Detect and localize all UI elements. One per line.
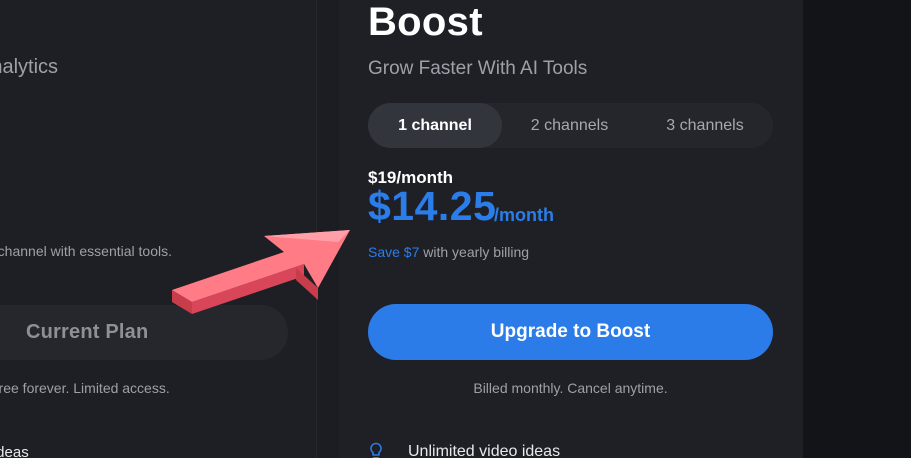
free-plan-description: 1 channel with essential tools. <box>0 243 172 259</box>
savings-amount: Save $7 <box>368 244 420 260</box>
background-panel <box>803 0 911 458</box>
savings-note: Save $7 with yearly billing <box>368 244 529 260</box>
savings-text: with yearly billing <box>419 244 530 260</box>
plan-title: Boost <box>368 0 483 44</box>
feature-label: Unlimited video ideas <box>408 443 561 458</box>
free-plan-note: Free forever. Limited access. <box>0 380 170 396</box>
upgrade-to-boost-button[interactable]: Upgrade to Boost <box>368 304 773 360</box>
channel-count-toggle: 1 channel 2 channels 3 channels <box>368 103 773 148</box>
tab-1-channel[interactable]: 1 channel <box>368 103 502 148</box>
billing-note: Billed monthly. Cancel anytime. <box>473 380 668 396</box>
annotation-arrow <box>172 230 350 314</box>
tab-2-channels[interactable]: 2 channels <box>502 103 637 148</box>
tab-3-channels[interactable]: 3 channels <box>637 103 773 148</box>
pricing-screen: Analytics 1 channel with essential tools… <box>0 0 911 458</box>
free-plan-subtitle: Analytics <box>0 56 59 78</box>
lightbulb-icon <box>370 442 382 458</box>
free-plan-feature: Ideas <box>0 444 29 458</box>
discounted-price: $14.25 <box>368 183 497 229</box>
plan-subtitle: Grow Faster With AI Tools <box>368 58 588 79</box>
price-period: /month <box>494 205 554 225</box>
